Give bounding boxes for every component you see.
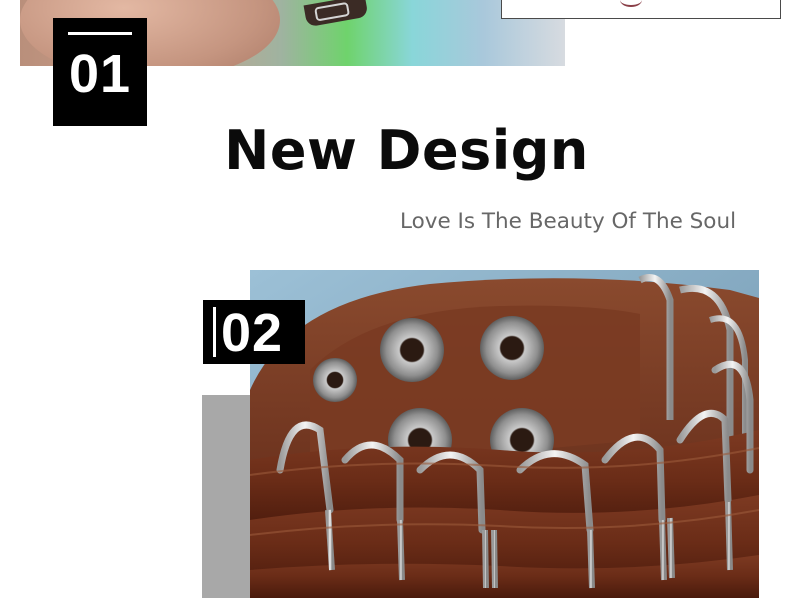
bracelet-clasp-icon: [303, 0, 369, 28]
badge-divider: [68, 32, 132, 35]
leather-bracelet-illustration: [250, 270, 759, 598]
section-number-badge-01: 01: [53, 18, 147, 126]
badge-divider: [213, 307, 216, 357]
section-number: 02: [221, 303, 284, 363]
page-title: New Design: [224, 119, 589, 182]
product-photo: [250, 270, 759, 598]
frame-ornament-icon: [620, 0, 642, 7]
section-number-badge-02: 02: [203, 300, 305, 364]
image-frame: [501, 0, 781, 19]
section-number: 01: [68, 44, 132, 104]
tagline: Love Is The Beauty Of The Soul: [400, 209, 737, 234]
